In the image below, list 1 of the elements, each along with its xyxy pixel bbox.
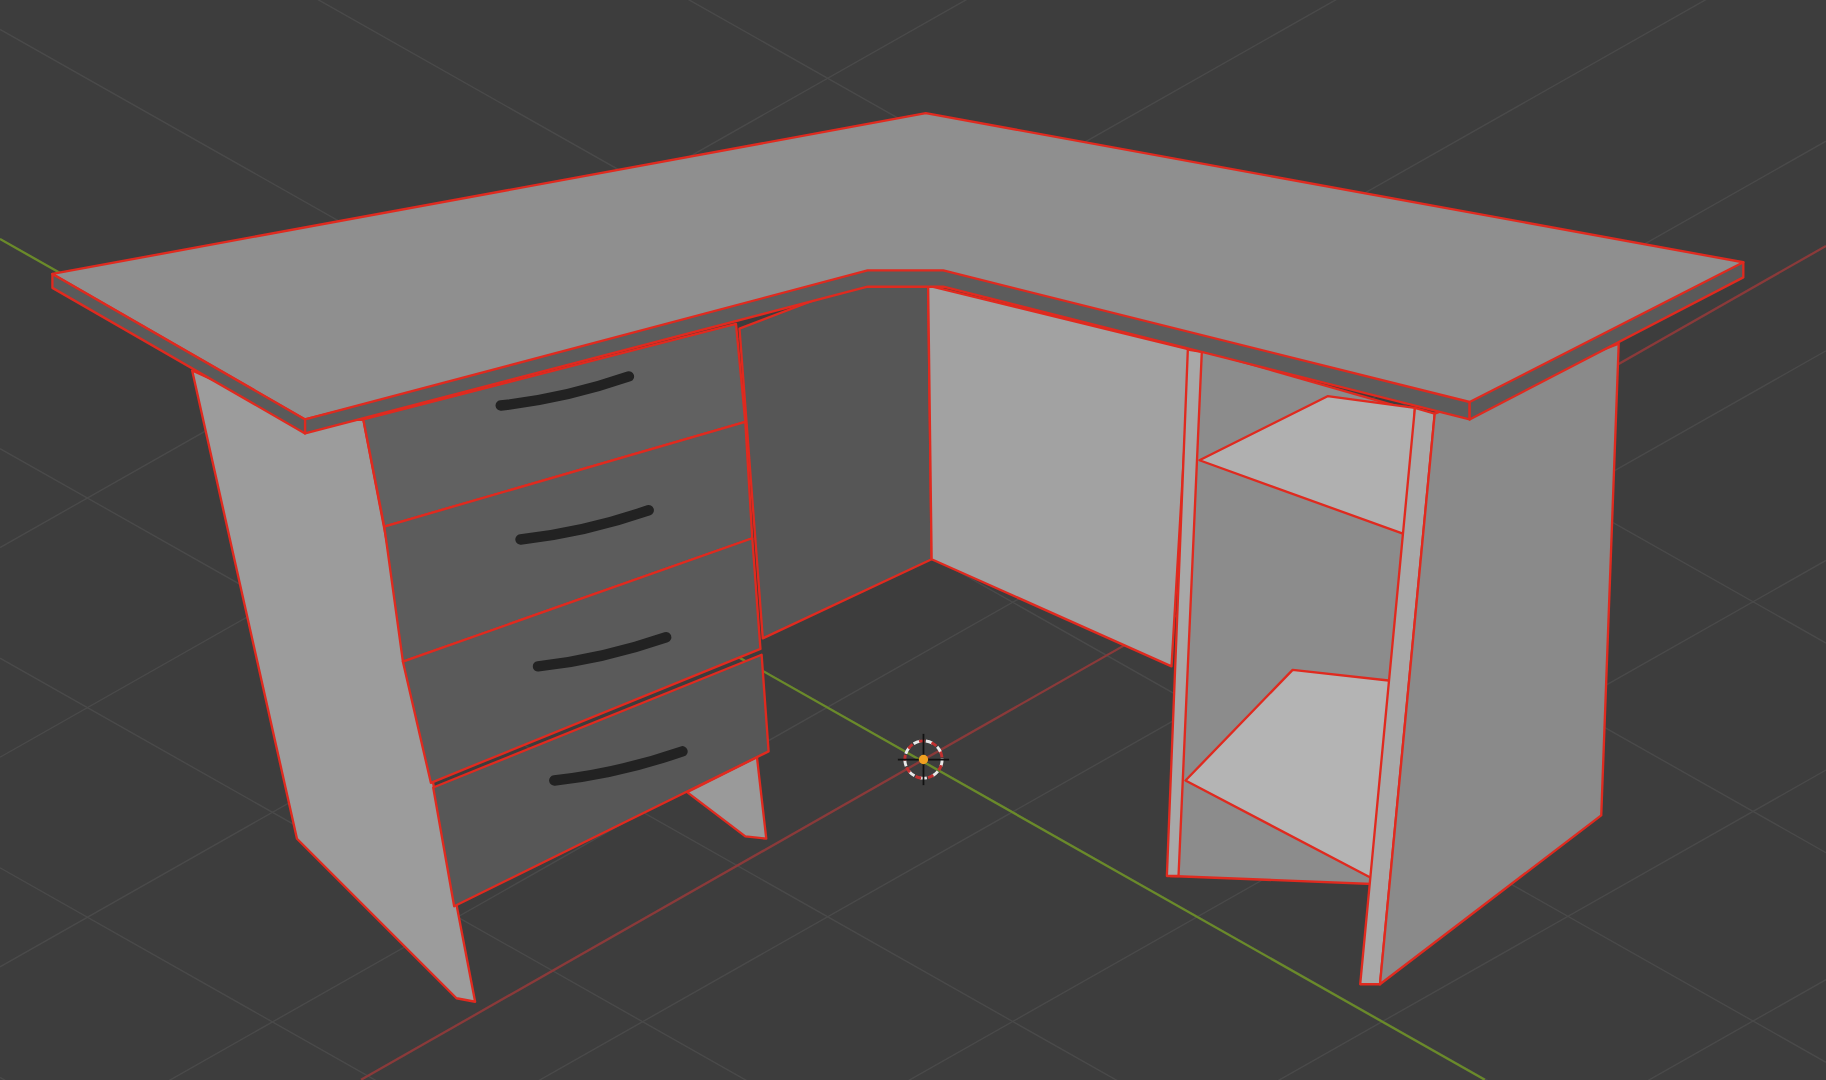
3d-cursor-icon: [897, 733, 950, 786]
